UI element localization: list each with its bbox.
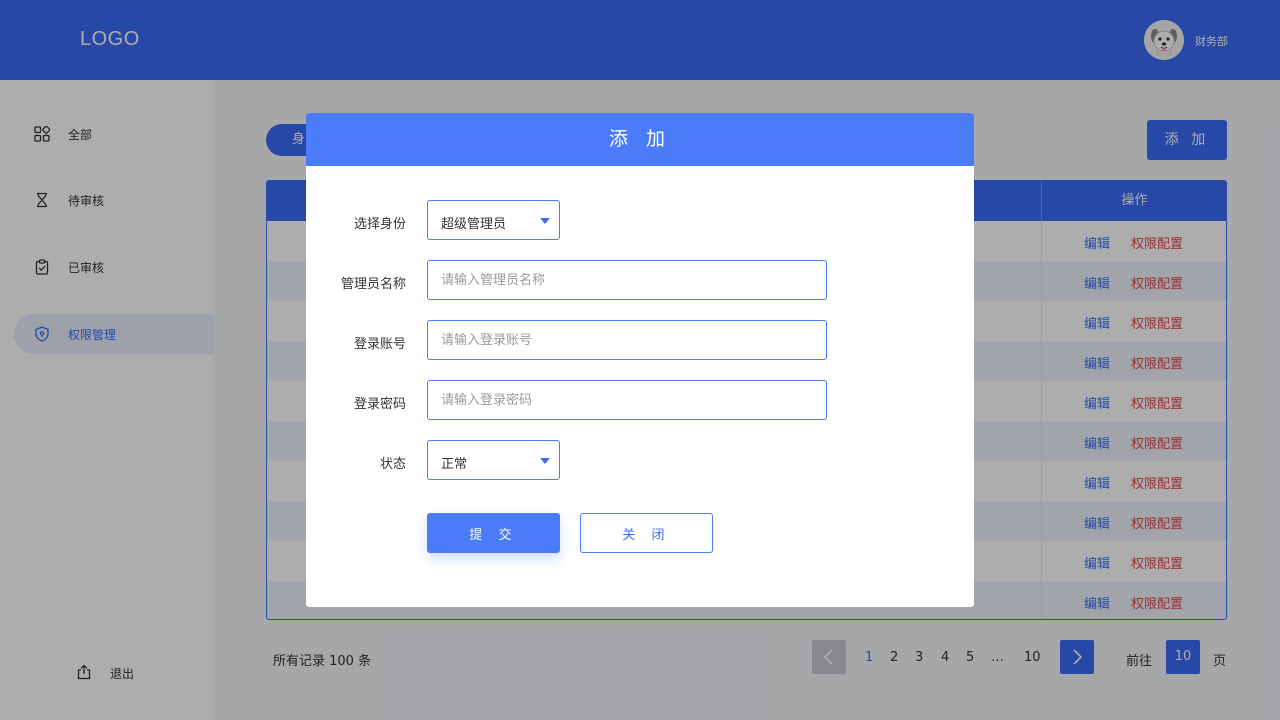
modal-title: 添 加 [608, 128, 672, 150]
caret-down-icon [540, 218, 550, 224]
modal-header: 添 加 [306, 113, 974, 166]
submit-button[interactable]: 提 交 [427, 513, 560, 553]
status-select-value: 正常 [441, 457, 468, 472]
role-select[interactable]: 超级管理员 [427, 200, 560, 240]
account-label: 登录账号 [353, 337, 406, 352]
role-select-value: 超级管理员 [441, 217, 507, 232]
password-input[interactable] [427, 380, 827, 420]
close-button[interactable]: 关 闭 [580, 513, 713, 553]
status-select[interactable]: 正常 [427, 440, 560, 480]
password-label: 登录密码 [353, 397, 406, 412]
add-admin-modal: 添 加 选择身份 超级管理员 管理员名称 登录账号 登录密码 状态 正常 提 交… [306, 113, 974, 607]
admin-name-label: 管理员名称 [340, 277, 406, 292]
role-label: 选择身份 [353, 217, 406, 232]
status-label: 状态 [379, 457, 406, 472]
caret-down-icon [540, 458, 550, 464]
account-input[interactable] [427, 320, 827, 360]
admin-name-input[interactable] [427, 260, 827, 300]
